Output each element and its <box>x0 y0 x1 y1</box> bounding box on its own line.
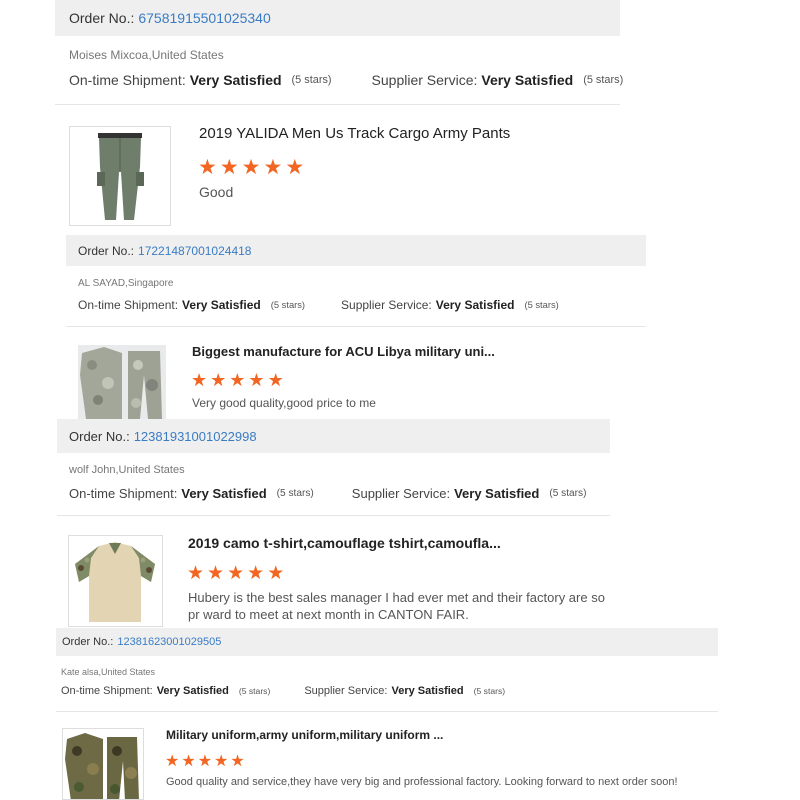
rating-summary: On-time Shipment: Very Satisfied (5 star… <box>78 298 559 312</box>
star-rating: ★ ★ ★ ★ ★ <box>165 751 245 771</box>
rating-summary: On-time Shipment: Very Satisfied (5 star… <box>69 72 623 88</box>
divider <box>55 104 620 105</box>
divider <box>56 711 718 712</box>
shipment-label: On-time Shipment: <box>78 298 179 312</box>
shipment-stars: (5 stars) <box>238 686 271 696</box>
service-label: Supplier Service: <box>371 72 478 88</box>
order-label: Order No.: <box>69 428 130 444</box>
star-icon: ★ <box>229 370 246 390</box>
buyer-name: AL SAYAD,Singapore <box>78 278 174 289</box>
service-value: Very Satisfied <box>391 685 464 697</box>
shipment-label: On-time Shipment: <box>69 486 178 501</box>
star-rating: ★ ★ ★ ★ ★ <box>187 562 284 585</box>
order-bar: Order No.: 67581915501025340 <box>55 0 620 36</box>
shipment-value: Very Satisfied <box>182 298 261 312</box>
service-value: Very Satisfied <box>481 72 574 88</box>
product-thumbnail[interactable] <box>69 126 171 226</box>
review-comment: Good <box>199 184 234 200</box>
star-icon: ★ <box>227 563 245 584</box>
service-label: Supplier Service: <box>341 298 432 312</box>
order-number-link[interactable]: 17221487001024418 <box>138 244 251 258</box>
order-label: Order No.: <box>78 243 135 258</box>
shipment-value: Very Satisfied <box>156 685 229 697</box>
shipment-value: Very Satisfied <box>189 72 282 88</box>
buyer-name: Kate alsa,United States <box>61 667 156 677</box>
product-title-link[interactable]: Biggest manufacture for ACU Libya milita… <box>192 344 495 359</box>
star-icon: ★ <box>214 753 229 770</box>
order-bar: Order No.: 17221487001024418 <box>66 235 646 266</box>
camo-combat-shirt-image <box>75 542 155 622</box>
star-icon: ★ <box>165 753 180 770</box>
order-label: Order No.: <box>69 10 135 26</box>
rating-summary: On-time Shipment: Very Satisfied (5 star… <box>69 486 587 501</box>
order-label: Order No.: <box>62 636 114 648</box>
shipment-value: Very Satisfied <box>181 486 267 501</box>
star-icon: ★ <box>210 370 227 390</box>
service-stars: (5 stars) <box>549 488 587 499</box>
acu-camo-uniform-image <box>80 347 162 419</box>
service-stars: (5 stars) <box>473 686 506 696</box>
review-comment: Good quality and service,they have very … <box>166 776 678 788</box>
order-number-link[interactable]: 12381623001029505 <box>117 636 221 648</box>
order-number-link[interactable]: 12381931001022998 <box>134 429 257 444</box>
star-icon: ★ <box>198 156 217 179</box>
service-stars: (5 stars) <box>524 300 559 310</box>
shipment-stars: (5 stars) <box>270 300 306 310</box>
product-thumbnail[interactable] <box>68 535 163 627</box>
shipment-stars: (5 stars) <box>291 74 332 86</box>
star-icon: ★ <box>187 563 205 584</box>
shipment-label: On-time Shipment: <box>69 72 186 88</box>
product-thumbnail[interactable] <box>62 728 144 800</box>
product-thumbnail[interactable] <box>78 345 166 419</box>
woodland-camo-uniform-image <box>65 733 139 799</box>
buyer-name: wolf John,United States <box>69 464 185 476</box>
shipment-stars: (5 stars) <box>276 488 314 499</box>
service-label: Supplier Service: <box>304 685 388 697</box>
star-icon: ★ <box>181 753 196 770</box>
service-label: Supplier Service: <box>351 486 451 501</box>
star-icon: ★ <box>207 563 225 584</box>
star-icon: ★ <box>191 370 208 390</box>
star-icon: ★ <box>241 156 261 179</box>
star-rating: ★ ★ ★ ★ ★ <box>198 155 304 180</box>
shipment-label: On-time Shipment: <box>61 685 153 697</box>
star-icon: ★ <box>285 156 305 179</box>
star-icon: ★ <box>230 753 245 770</box>
star-icon: ★ <box>219 156 239 179</box>
order-bar: Order No.: 12381623001029505 <box>56 628 718 656</box>
service-stars: (5 stars) <box>583 74 624 86</box>
divider <box>57 515 610 516</box>
star-rating: ★ ★ ★ ★ ★ <box>191 370 284 391</box>
service-value: Very Satisfied <box>435 298 515 312</box>
product-title-link[interactable]: 2019 camo t-shirt,camouflage tshirt,camo… <box>188 535 501 551</box>
star-icon: ★ <box>247 563 265 584</box>
service-value: Very Satisfied <box>454 486 540 501</box>
order-bar: Order No.: 12381931001022998 <box>57 419 610 453</box>
star-icon: ★ <box>267 563 285 584</box>
buyer-name: Moises Mixcoa,United States <box>69 48 224 62</box>
star-icon: ★ <box>267 370 284 390</box>
star-icon: ★ <box>197 753 213 770</box>
review-comment: Hubery is the best sales manager I had e… <box>188 590 605 622</box>
rating-summary: On-time Shipment: Very Satisfied (5 star… <box>61 685 505 697</box>
army-cargo-pants-image <box>97 133 144 220</box>
product-title-link[interactable]: Military uniform,army uniform,military u… <box>166 728 443 742</box>
star-icon: ★ <box>263 156 283 179</box>
star-icon: ★ <box>248 370 265 390</box>
order-number-link[interactable]: 67581915501025340 <box>138 10 270 26</box>
product-title-link[interactable]: 2019 YALIDA Men Us Track Cargo Army Pant… <box>199 125 510 142</box>
divider <box>66 326 646 327</box>
review-comment: Very good quality,good price to me <box>192 396 376 410</box>
